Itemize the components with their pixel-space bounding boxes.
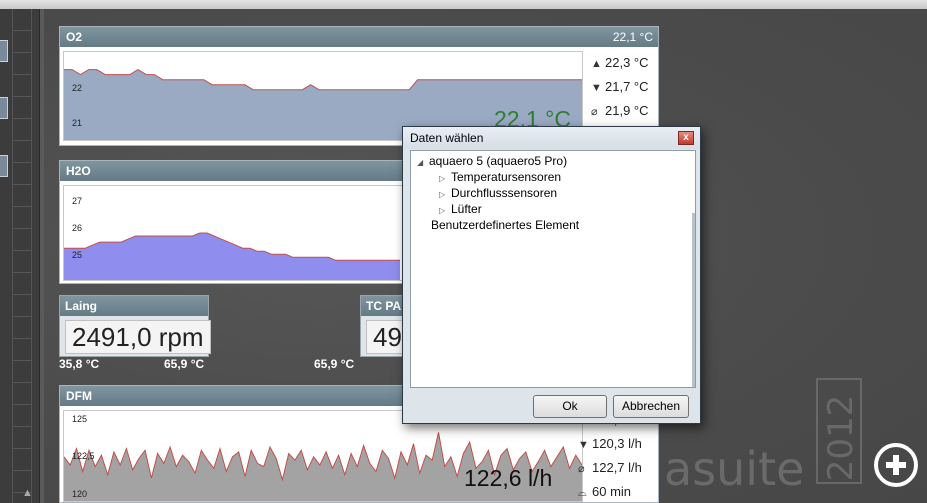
tree-scrollbar[interactable] (692, 213, 695, 387)
o2-max: 22,3 °C (605, 55, 649, 70)
tree-item-label: Temperatursensoren (451, 170, 562, 184)
brand-year-box: 2012 (816, 378, 862, 484)
average-icon: ⌀ (591, 106, 598, 118)
dfm-avg: 122,7 l/h (592, 460, 642, 475)
tree-item-luefter[interactable]: ▷ Lüfter (439, 201, 482, 217)
brand-year: 2012 (821, 394, 861, 482)
o2-stats: ▲ 22,3 °C ▼ 21,7 °C ⌀ 21,9 °C (591, 51, 649, 123)
h2o-ytick-26: 26 (72, 223, 83, 233)
tree-item-label: Durchflusssensoren (451, 186, 558, 200)
o2-title: O2 (66, 30, 83, 44)
cancel-button[interactable]: Abbrechen (613, 395, 689, 418)
min-arrow-icon: ▼ (591, 82, 602, 94)
h2o-title: H2O (66, 164, 91, 178)
title-strip (0, 0, 927, 9)
dfm-range: 60 min (592, 484, 632, 499)
tree-root-aquaero[interactable]: ◢ aquaero 5 (aquaero5 Pro) (417, 153, 567, 169)
side-tab-3[interactable] (0, 155, 8, 177)
dfm-ytick-120: 120 (72, 489, 88, 499)
ok-button[interactable]: Ok (533, 395, 607, 418)
side-tab-2[interactable] (0, 97, 8, 119)
dfm-current-value: 122,6 l/h (464, 465, 553, 491)
side-tab-1[interactable] (0, 40, 8, 62)
tree-root-label: aquaero 5 (aquaero5 Pro) (429, 154, 568, 168)
close-button[interactable]: x (678, 131, 694, 145)
average-icon: ⌀ (578, 463, 585, 475)
h2o-ytick-25: 25 (72, 250, 83, 260)
dfm-title: DFM (66, 389, 92, 403)
dfm-ytick-125: 125 (72, 414, 88, 424)
h2o-series-area (64, 233, 400, 280)
o2-avg: 21,9 °C (605, 103, 649, 118)
o2-header-value: 22,1 °C (612, 30, 653, 44)
min-arrow-icon: ▼ (578, 439, 589, 451)
laing-gauge[interactable]: Laing 2491,0 rpm (59, 295, 211, 357)
h2o-ytick-27: 27 (72, 196, 83, 206)
expanded-arrow-icon[interactable]: ◢ (417, 155, 429, 171)
laing-value: 2491,0 rpm (65, 320, 211, 354)
left-toolbar: ▲ (0, 9, 40, 503)
o2-ytick-21: 21 (72, 118, 83, 128)
dfm-ytick-122-5: 122,5 (72, 451, 95, 461)
page-list (12, 9, 32, 503)
tree-item-temperatursensoren[interactable]: ▷ Temperatursensoren (439, 169, 561, 185)
o2-ytick-22: 22 (72, 83, 83, 93)
tree-item-label: Lüfter (451, 202, 482, 216)
o2-min: 21,7 °C (605, 79, 649, 94)
brand-watermark: asuite (664, 442, 805, 496)
scroll-down-icon[interactable]: ▲ (22, 487, 33, 499)
dialog-title: Daten wählen (403, 127, 700, 149)
o2-header: O2 22,1 °C (60, 27, 658, 47)
laing-temp-right: 65,9 °C (164, 357, 205, 371)
max-arrow-icon: ▲ (591, 58, 602, 70)
laing-temp-left: 35,8 °C (59, 357, 100, 371)
tc-temp: 65,9 °C (314, 357, 355, 371)
tree-item-durchflusssensoren[interactable]: ▷ Durchflusssensoren (439, 185, 557, 201)
data-tree: ◢ aquaero 5 (aquaero5 Pro) ▷ Temperatursen… (410, 150, 696, 388)
laing-title: Laing (60, 296, 208, 316)
time-range-icon: ⌓ (578, 487, 587, 499)
tree-item-custom-element[interactable]: Benutzerdefinertes Element (431, 217, 579, 233)
select-data-dialog: Daten wählen x ◢ aquaero 5 (aquaero5 Pro)… (402, 126, 701, 424)
dfm-min: 120,3 l/h (592, 436, 642, 451)
plus-circle-icon[interactable] (874, 443, 918, 487)
